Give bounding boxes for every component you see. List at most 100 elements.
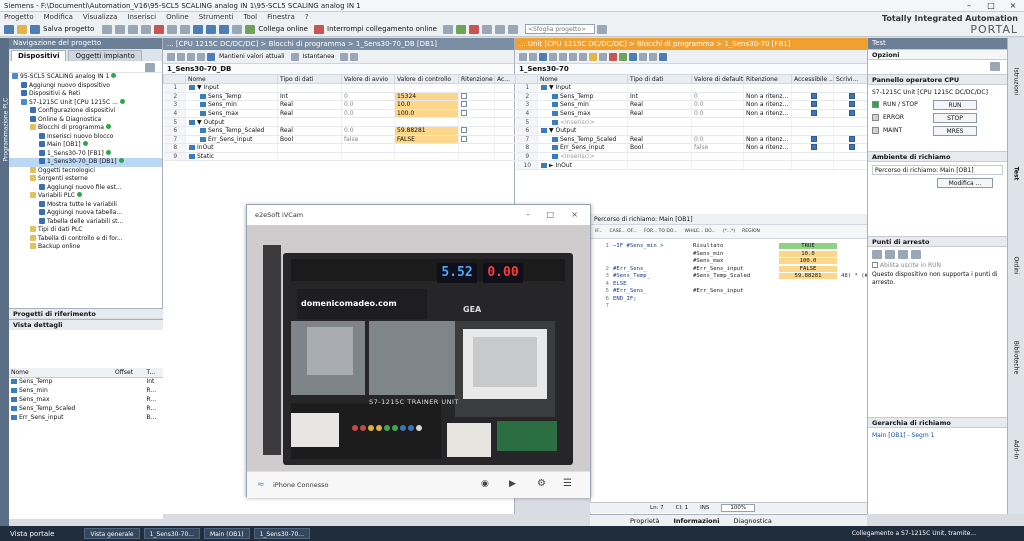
insert-row-icon[interactable] [167,52,175,61]
tree-item[interactable]: Configurazione dispositivi [9,107,162,116]
options-header[interactable]: Opzioni [868,49,1007,60]
default-value[interactable]: false [691,143,744,153]
retain-checkbox[interactable] [461,101,467,108]
start-value[interactable]: false [341,135,395,145]
data-type[interactable]: Real [627,135,692,145]
tree-item[interactable]: Variabili PLC [9,192,162,201]
breakpoints-header[interactable]: Punti di arresto [868,236,1007,247]
menu-icon[interactable]: ☰ [563,478,572,489]
monitor-icon[interactable] [619,52,627,61]
download-icon[interactable] [206,24,217,34]
fb-header-4[interactable]: Ritenzione [743,74,792,84]
details-row[interactable]: Sens_Temp Int [9,377,163,386]
go-online-icon[interactable] [245,24,256,34]
maximize-icon[interactable]: □ [980,0,1002,12]
keep-values-icon[interactable] [207,52,215,61]
task-tab-1[interactable]: Test [1013,148,1020,200]
data-type[interactable]: Bool [277,135,342,145]
new-project-icon[interactable] [4,24,14,34]
keep-actual-values-button[interactable]: Mantieni valori attuali [219,53,285,60]
data-type[interactable] [627,117,692,127]
tab-devices[interactable]: Dispositivi [11,50,67,61]
table-row[interactable]: 5 ▼ Output [163,117,516,127]
open-project-icon[interactable] [17,24,27,34]
data-type[interactable] [277,117,342,127]
call-environment-header[interactable]: Ambiente di richiamo [868,151,1007,162]
redo-icon[interactable] [180,24,191,34]
task-tab-3[interactable]: Biblioteche [1013,332,1020,384]
data-type[interactable]: Real [277,100,342,110]
search-icon[interactable] [596,24,607,34]
zoom-select[interactable]: 100% [721,504,756,512]
menu-item-4[interactable]: Online [166,13,189,21]
details-row[interactable]: Sens_max R... [9,395,163,404]
delete-network-icon[interactable] [559,52,567,61]
editor-tab[interactable]: Vista generale [84,528,140,539]
add-row-icon[interactable] [177,52,185,61]
copy-icon[interactable] [128,24,139,34]
comment-icon[interactable] [589,52,597,61]
print-icon[interactable] [102,24,113,34]
stop-cpu-icon[interactable] [468,24,479,34]
cpu-mode-button[interactable]: MRES [933,125,977,136]
fb-header-3[interactable]: Valore di default [691,74,744,84]
data-type[interactable] [277,83,342,93]
split-horizontal-icon[interactable] [507,24,518,34]
copy-snapshot-icon[interactable] [340,52,349,61]
navigation-view-icon[interactable] [145,63,155,72]
scl-instruction-5[interactable]: REGION [742,229,760,234]
menu-item-5[interactable]: Strumenti [199,13,234,21]
retain-value[interactable] [743,160,792,170]
accessible-checkbox[interactable] [810,101,817,108]
db-header-6[interactable]: Ac... [494,74,516,84]
clear-breakpoint-icon[interactable] [885,250,895,259]
favorites-icon[interactable] [639,52,647,61]
table-row[interactable]: 5 <Inserisci> [515,117,868,127]
indent-icon[interactable] [569,52,577,61]
accessible-checkbox[interactable] [810,110,817,117]
compile-icon[interactable] [193,24,204,34]
details-header-type[interactable]: T... [144,368,163,378]
tree-item[interactable]: Oggetti tecnologici [9,166,162,176]
go-offline-icon[interactable] [314,24,324,34]
fb-header-2[interactable]: Tipo di dati [627,74,692,84]
accessible-devices-icon[interactable] [442,24,453,34]
minimize-icon[interactable]: – [958,0,980,12]
start-cpu-icon[interactable] [455,24,466,34]
table-row[interactable]: 7 Err_Sens_input Bool false FALSE [163,135,516,145]
split-vertical-icon[interactable] [494,24,505,34]
enable-outputs-checkbox[interactable] [872,262,878,268]
table-row[interactable]: 9 Static [163,152,516,162]
cpu-mode-button[interactable]: RUN [933,99,977,110]
save-project-button[interactable]: Salva progetto [43,25,94,33]
scl-instruction-0[interactable]: IF... [595,229,602,234]
writable-checkbox[interactable] [848,101,855,108]
retain-value[interactable]: Non a ritenz... [743,100,792,110]
undo-icon[interactable] [167,24,178,34]
data-type[interactable] [277,152,342,162]
task-tab-4[interactable]: Add-In [1013,424,1020,476]
data-type[interactable]: Bool [627,143,692,153]
options-icon[interactable] [990,62,1000,71]
tree-item[interactable]: Tabella delle variabili st... [9,217,162,227]
details-row[interactable]: Sens_min R... [9,386,163,395]
block-call-icon[interactable] [649,52,657,61]
tree-item[interactable]: Aggiungi nuova tabella... [9,209,162,218]
data-type[interactable] [627,126,692,136]
breakpoint-icon[interactable] [609,52,617,61]
tree-item[interactable]: Inserisci nuovo blocco [9,132,162,142]
task-tab-0[interactable]: Istruzioni [1013,56,1020,108]
scl-instruction-3[interactable]: WHILE... DO... [684,229,715,234]
tab-info[interactable]: Informazioni [673,517,719,525]
retain-checkbox[interactable] [461,92,467,99]
default-value[interactable] [691,160,744,170]
delete-icon[interactable] [154,24,165,34]
db-header-0[interactable] [163,74,186,84]
paste-icon[interactable] [141,24,152,34]
db-header-5[interactable]: Ritenzione [458,74,495,84]
collapse-all-icon[interactable] [197,52,205,61]
tree-item[interactable]: 95-SCL5 SCALING analog IN 1 [9,73,162,82]
default-value[interactable]: 0.0 [691,135,744,145]
data-type[interactable]: Int [277,92,342,102]
tree-item[interactable]: Aggiungi nuovo file est... [9,183,162,193]
